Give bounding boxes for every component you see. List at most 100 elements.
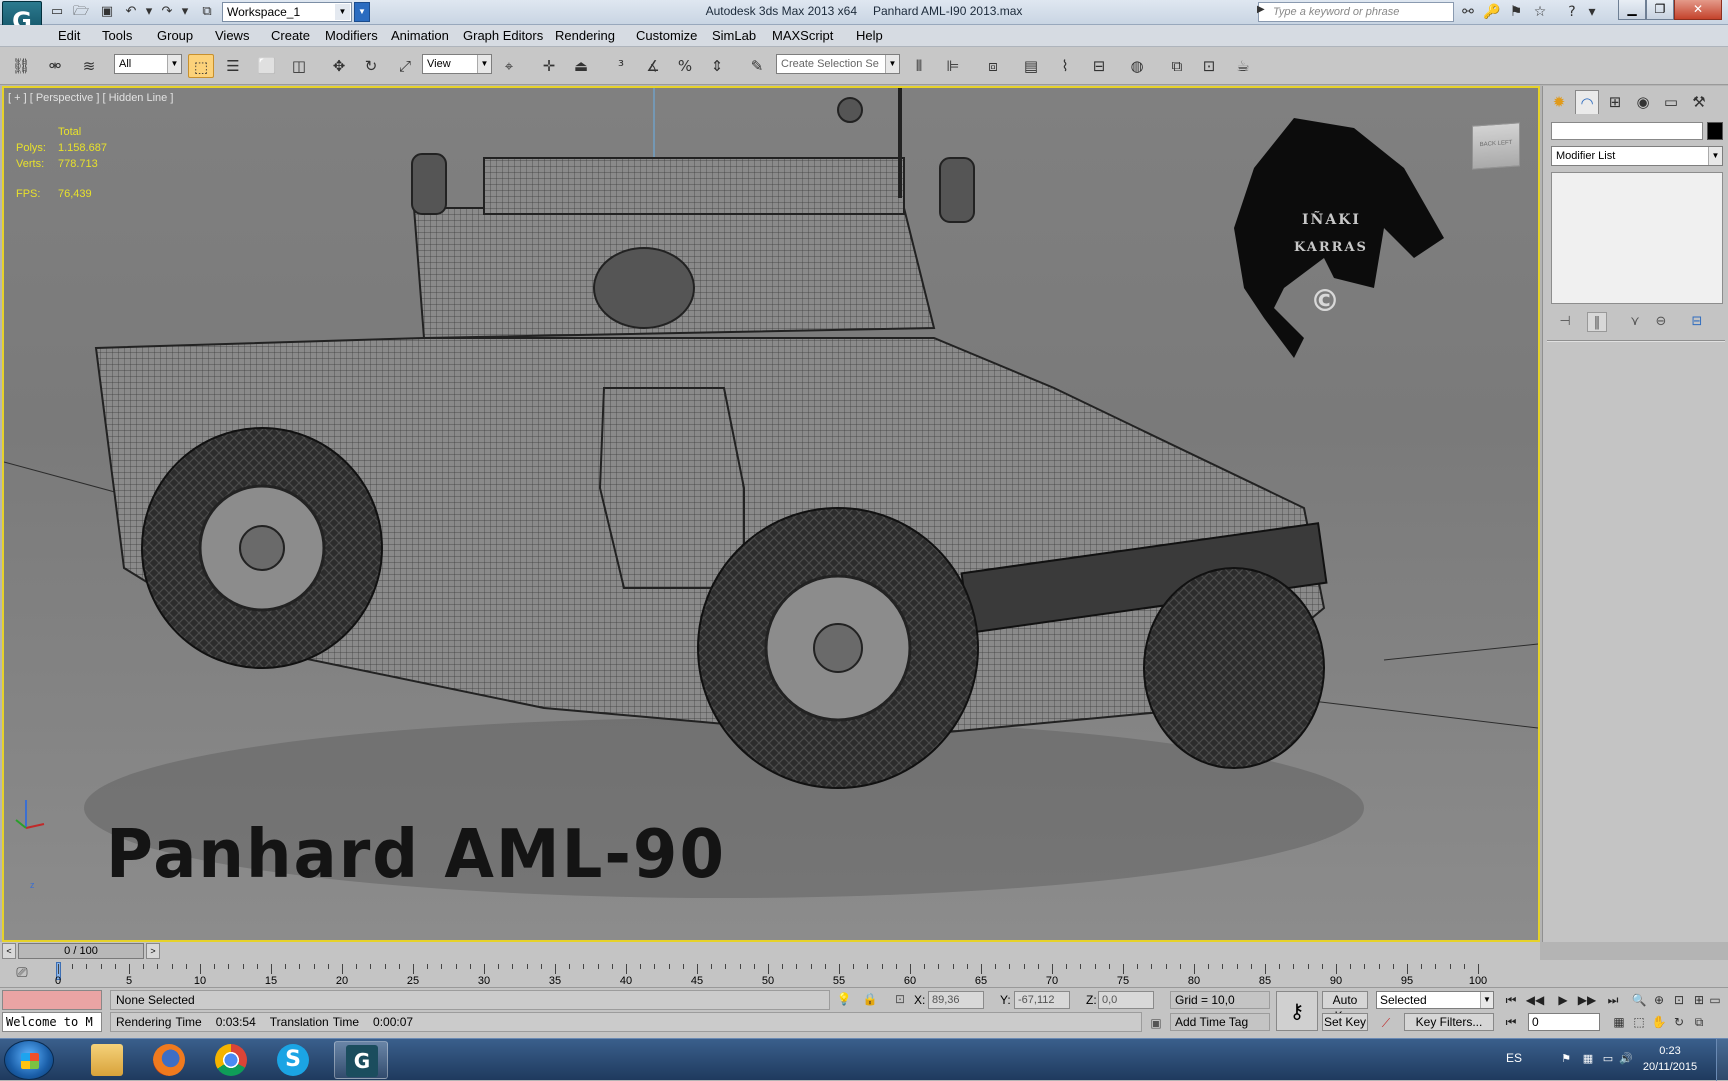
go-to-start-icon[interactable]: ⏮ xyxy=(1500,991,1522,1009)
layer-manager-icon[interactable]: ⧈ xyxy=(980,54,1006,78)
unlink-icon[interactable]: ⚮ xyxy=(42,54,68,78)
select-object-icon[interactable]: ⬚ xyxy=(188,54,214,78)
maxscript-output[interactable]: Welcome to M xyxy=(2,1012,102,1032)
play-icon[interactable]: ▶ xyxy=(1552,991,1574,1009)
menu-group[interactable]: Group xyxy=(157,28,193,43)
maxscript-listener[interactable] xyxy=(2,990,102,1010)
viewcube[interactable]: BACK LEFT xyxy=(1472,122,1520,170)
key-mode-dropdown[interactable]: Selected ▼ xyxy=(1376,991,1494,1009)
bind-space-warp-icon[interactable]: ≋ xyxy=(76,54,102,78)
help-dropdown-icon[interactable]: ▾ xyxy=(1582,3,1602,21)
minimize-button[interactable]: ▁ xyxy=(1618,0,1646,20)
align-icon[interactable]: ⊫ xyxy=(940,54,966,78)
menu-help[interactable]: Help xyxy=(856,28,883,43)
hierarchy-icon[interactable]: ⊞ xyxy=(1603,90,1627,114)
favorites-icon[interactable]: ☆ xyxy=(1530,3,1550,21)
auto-key-button[interactable]: Auto Key xyxy=(1322,991,1368,1023)
search-expand-icon[interactable]: ▶ xyxy=(1257,4,1269,15)
menu-create[interactable]: Create xyxy=(271,28,310,43)
select-manipulate-icon[interactable]: ✛ xyxy=(536,54,562,78)
system-clock[interactable]: 0:23 20/11/2015 xyxy=(1632,1043,1708,1075)
absolute-offset-toggle-icon[interactable]: ⊡ xyxy=(892,991,908,1007)
menu-customize[interactable]: Customize xyxy=(636,28,697,43)
maximize-viewport-icon[interactable]: ⧉ xyxy=(1690,1013,1708,1031)
y-coordinate-field[interactable]: -67,112 xyxy=(1014,991,1070,1009)
menu-modifiers[interactable]: Modifiers xyxy=(325,28,378,43)
next-frame-icon[interactable]: ▶▶ xyxy=(1576,991,1598,1009)
menu-maxscript[interactable]: MAXScript xyxy=(772,28,833,43)
network-icon[interactable]: ▦ xyxy=(1580,1052,1596,1068)
menu-simlab[interactable]: SimLab xyxy=(712,28,756,43)
motion-icon[interactable]: ◉ xyxy=(1631,90,1655,114)
angle-snap-icon[interactable]: ∡ xyxy=(640,54,666,78)
modifier-list-dropdown[interactable]: Modifier List ▼ xyxy=(1551,146,1723,166)
zoom-all-icon[interactable]: ⊕ xyxy=(1650,991,1668,1009)
pivot-center-icon[interactable]: ⌖ xyxy=(496,54,522,78)
remove-modifier-icon[interactable]: ⊖ xyxy=(1651,312,1671,332)
firefox-icon[interactable] xyxy=(142,1041,196,1079)
z-coordinate-field[interactable]: 0,0 xyxy=(1098,991,1154,1009)
window-crossing-icon[interactable]: ◫ xyxy=(286,54,312,78)
display-icon[interactable]: ▭ xyxy=(1659,90,1683,114)
edit-named-selection-icon[interactable]: ✎ xyxy=(744,54,770,78)
percent-snap-icon[interactable]: % xyxy=(672,54,698,78)
menu-edit[interactable]: Edit xyxy=(58,28,80,43)
selection-filter-dropdown[interactable]: All ▼ xyxy=(114,54,182,74)
close-button[interactable]: ✕ xyxy=(1674,0,1722,20)
maximize-button[interactable]: ❐ xyxy=(1646,0,1674,20)
selection-lock-icon[interactable]: 🔒 xyxy=(862,991,878,1007)
set-key-button[interactable]: Set Key xyxy=(1322,1013,1368,1031)
skype-icon[interactable]: S xyxy=(266,1041,320,1079)
time-slider-prev-button[interactable]: < xyxy=(2,943,16,959)
flag-icon[interactable]: ⚑ xyxy=(1558,1052,1574,1068)
default-tangent-icon[interactable]: ⟋ xyxy=(1378,1015,1394,1031)
binoculars-icon[interactable]: ⚯ xyxy=(1458,3,1478,21)
timeline-ruler[interactable]: 0 5 10 15 20 25 30 35 40 45 50 55 60 65 70 75 80 85 90 95 10… xyxy=(55,960,1487,988)
set-keys-icon[interactable]: ⚷ xyxy=(1276,991,1318,1031)
current-frame-field[interactable]: 0 xyxy=(1528,1013,1600,1031)
scale-icon[interactable]: ⤢ xyxy=(392,54,418,78)
time-slider[interactable]: < 0 / 100 > xyxy=(0,942,1540,960)
previous-frame-icon[interactable]: ◀◀ xyxy=(1524,991,1546,1009)
help-icon[interactable]: ? xyxy=(1562,3,1582,21)
named-selection-sets-dropdown[interactable]: Create Selection Se ▼ xyxy=(776,54,900,74)
zoom-extents-icon[interactable]: ⊡ xyxy=(1670,991,1688,1009)
utilities-icon[interactable]: ⚒ xyxy=(1687,90,1711,114)
search-input[interactable]: ▶ Type a keyword or phrase xyxy=(1257,2,1454,22)
rotate-icon[interactable]: ↻ xyxy=(358,54,384,78)
key-mode-toggle-icon[interactable]: ⏮ xyxy=(1500,1013,1522,1031)
pan-view-icon[interactable]: ✋ xyxy=(1650,1013,1668,1031)
display-tray-icon[interactable]: ▭ xyxy=(1600,1052,1616,1068)
time-slider-next-button[interactable]: > xyxy=(146,943,160,959)
start-button[interactable] xyxy=(4,1040,54,1080)
field-of-view-icon[interactable]: ▭ xyxy=(1706,991,1724,1009)
add-time-tag[interactable]: Add Time Tag xyxy=(1170,1013,1270,1031)
modifier-stack[interactable] xyxy=(1551,172,1723,304)
x-coordinate-field[interactable]: 89,36 xyxy=(928,991,984,1009)
file-explorer-icon[interactable] xyxy=(80,1041,134,1079)
go-to-end-icon[interactable]: ⏭ xyxy=(1602,991,1624,1009)
make-unique-icon[interactable]: ⋎ xyxy=(1625,312,1645,332)
3dsmax-icon[interactable]: G xyxy=(334,1041,388,1079)
create-icon[interactable]: ✹ xyxy=(1547,90,1571,114)
pin-stack-icon[interactable]: ⊣ xyxy=(1555,312,1575,332)
keyboard-shortcut-override-icon[interactable]: ⏏ xyxy=(568,54,594,78)
perspective-viewport[interactable]: [ + ] [ Perspective ] [ Hidden Line ] To… xyxy=(2,86,1540,942)
subscription-icon[interactable]: 🔑 xyxy=(1482,3,1502,21)
mirror-icon[interactable]: ⫴ xyxy=(906,54,932,78)
material-editor-icon[interactable]: ◍ xyxy=(1124,54,1150,78)
render-setup-icon[interactable]: ⧉ xyxy=(1164,54,1190,78)
menu-animation[interactable]: Animation xyxy=(391,28,449,43)
menu-graph-editors[interactable]: Graph Editors xyxy=(463,28,543,43)
menu-views[interactable]: Views xyxy=(215,28,249,43)
filmstrip-icon[interactable]: ⎚ xyxy=(10,965,34,983)
rendered-frame-window-icon[interactable]: ⊡ xyxy=(1196,54,1222,78)
orbit-icon[interactable]: ↻ xyxy=(1670,1013,1688,1031)
modify-icon[interactable]: ◠ xyxy=(1575,90,1599,114)
graphite-ribbon-icon[interactable]: ▤ xyxy=(1018,54,1044,78)
spinner-snap-icon[interactable]: ⇕ xyxy=(704,54,730,78)
rectangular-selection-icon[interactable]: ⬜ xyxy=(254,54,280,78)
track-bar[interactable]: ⎚ 0 5 10 15 20 25 30 35 40 45 50 55 60 65 70 75 80 85 90 95… xyxy=(0,960,1728,988)
menu-tools[interactable]: Tools xyxy=(102,28,132,43)
time-tag-icon[interactable]: ▣ xyxy=(1148,1015,1164,1031)
